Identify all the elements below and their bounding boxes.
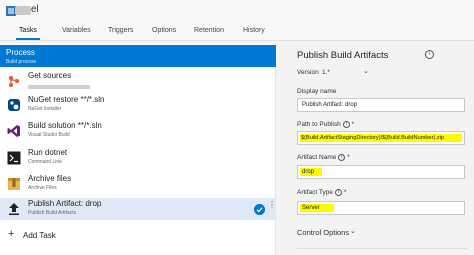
task-name: Run dotnet: [28, 148, 68, 157]
task-subtitle: Command Line: [28, 159, 62, 165]
more-options-icon[interactable]: ⋮: [268, 201, 276, 209]
task-name: NuGet restore **/*.sln: [28, 95, 105, 104]
archive-icon: [8, 178, 20, 190]
task-subtitle: NuGet Installer: [28, 106, 62, 112]
task-detail-panel: Publish Build Artifacts i Version 1.* ⌄ …: [287, 43, 474, 255]
task-get-sources[interactable]: Get sources: [0, 70, 276, 92]
info-icon[interactable]: i: [335, 189, 343, 196]
info-icon[interactable]: i: [342, 121, 350, 128]
process-title: Process: [6, 48, 35, 57]
task-name: Publish Artifact: drop: [28, 199, 102, 208]
task-run-dotnet[interactable]: Run dotnet Command Line: [0, 147, 276, 169]
task-name: Get sources: [28, 71, 72, 80]
task-publish-artifact[interactable]: Publish Artifact: drop Publish Build Art…: [0, 198, 276, 220]
redacted-name: [15, 6, 31, 15]
path-to-publish-field[interactable]: $(Build.ArtifactStagingDirectory)/$(Buil…: [297, 131, 465, 145]
task-name: Build solution **/*.sln: [28, 121, 102, 130]
divider: [297, 248, 467, 249]
task-name: Archive files: [28, 174, 72, 183]
tab-history[interactable]: History: [243, 27, 265, 34]
version-select[interactable]: 1.*: [322, 69, 330, 76]
task-subtitle: Visual Studio Build: [28, 132, 70, 138]
title-bar: el: [0, 0, 474, 22]
redacted-repo: [28, 85, 90, 89]
task-build-solution[interactable]: Build solution **/*.sln Visual Studio Bu…: [0, 120, 276, 142]
check-icon: [254, 204, 265, 215]
plus-icon: +: [8, 228, 15, 240]
artifact-type-label: Artifact Type i *: [297, 189, 347, 197]
task-nuget-restore[interactable]: NuGet restore **/*.sln NuGet Installer: [0, 94, 276, 116]
tab-retention[interactable]: Retention: [194, 27, 224, 34]
definition-title: el: [31, 4, 39, 15]
task-subtitle: Publish Build Artifacts: [28, 210, 77, 216]
process-subtitle: Build process: [6, 59, 37, 65]
upload-icon: [9, 203, 19, 215]
tab-bar: Tasks Variables Triggers Options Retenti…: [0, 22, 474, 41]
add-task-label: Add Task: [23, 231, 56, 240]
chevron-down-icon[interactable]: ⌄: [363, 67, 369, 75]
control-options-toggle[interactable]: Control Options: [297, 228, 349, 237]
add-task-button[interactable]: + Add Task: [0, 225, 276, 245]
artifact-name-value: drop: [302, 169, 315, 175]
tab-tasks[interactable]: Tasks: [16, 27, 40, 40]
path-label-text: Path to Publish: [297, 121, 341, 129]
task-subtitle: Archive Files: [28, 185, 57, 191]
artifact-type-value: Server: [302, 205, 320, 211]
command-line-icon: [7, 151, 21, 165]
info-icon[interactable]: i: [338, 154, 346, 161]
git-icon: [9, 76, 19, 87]
path-to-publish-label: Path to Publish i *: [297, 121, 355, 129]
display-name-label: Display name: [297, 88, 337, 95]
tab-options[interactable]: Options: [152, 27, 176, 34]
artifact-type-select[interactable]: Server: [297, 201, 465, 215]
detail-title: Publish Build Artifacts: [297, 50, 389, 61]
artifact-name-label-text: Artifact Name: [297, 154, 337, 162]
info-icon[interactable]: i: [425, 50, 434, 59]
nuget-icon: [8, 99, 20, 111]
task-archive-files[interactable]: Archive files Archive Files: [0, 173, 276, 195]
version-label: Version: [297, 69, 319, 76]
process-header[interactable]: Process Build process: [0, 45, 276, 67]
artifact-name-label: Artifact Name i *: [297, 154, 350, 162]
display-name-value: Publish Artifact: drop: [302, 102, 358, 108]
task-list-panel: Process Build process Get sources NuGet …: [0, 43, 276, 255]
tab-variables[interactable]: Variables: [62, 27, 91, 34]
artifact-type-label-text: Artifact Type: [297, 189, 334, 197]
display-name-field[interactable]: Publish Artifact: drop: [297, 98, 465, 112]
artifact-name-field[interactable]: drop: [297, 165, 465, 179]
tab-triggers[interactable]: Triggers: [108, 27, 133, 34]
app-window: el Tasks Variables Triggers Options Rete…: [0, 0, 474, 255]
path-value: $(Build.ArtifactStagingDirectory)/$(Buil…: [301, 135, 445, 141]
chevron-down-icon[interactable]: ⌄: [350, 227, 356, 235]
visual-studio-icon: [7, 125, 20, 137]
